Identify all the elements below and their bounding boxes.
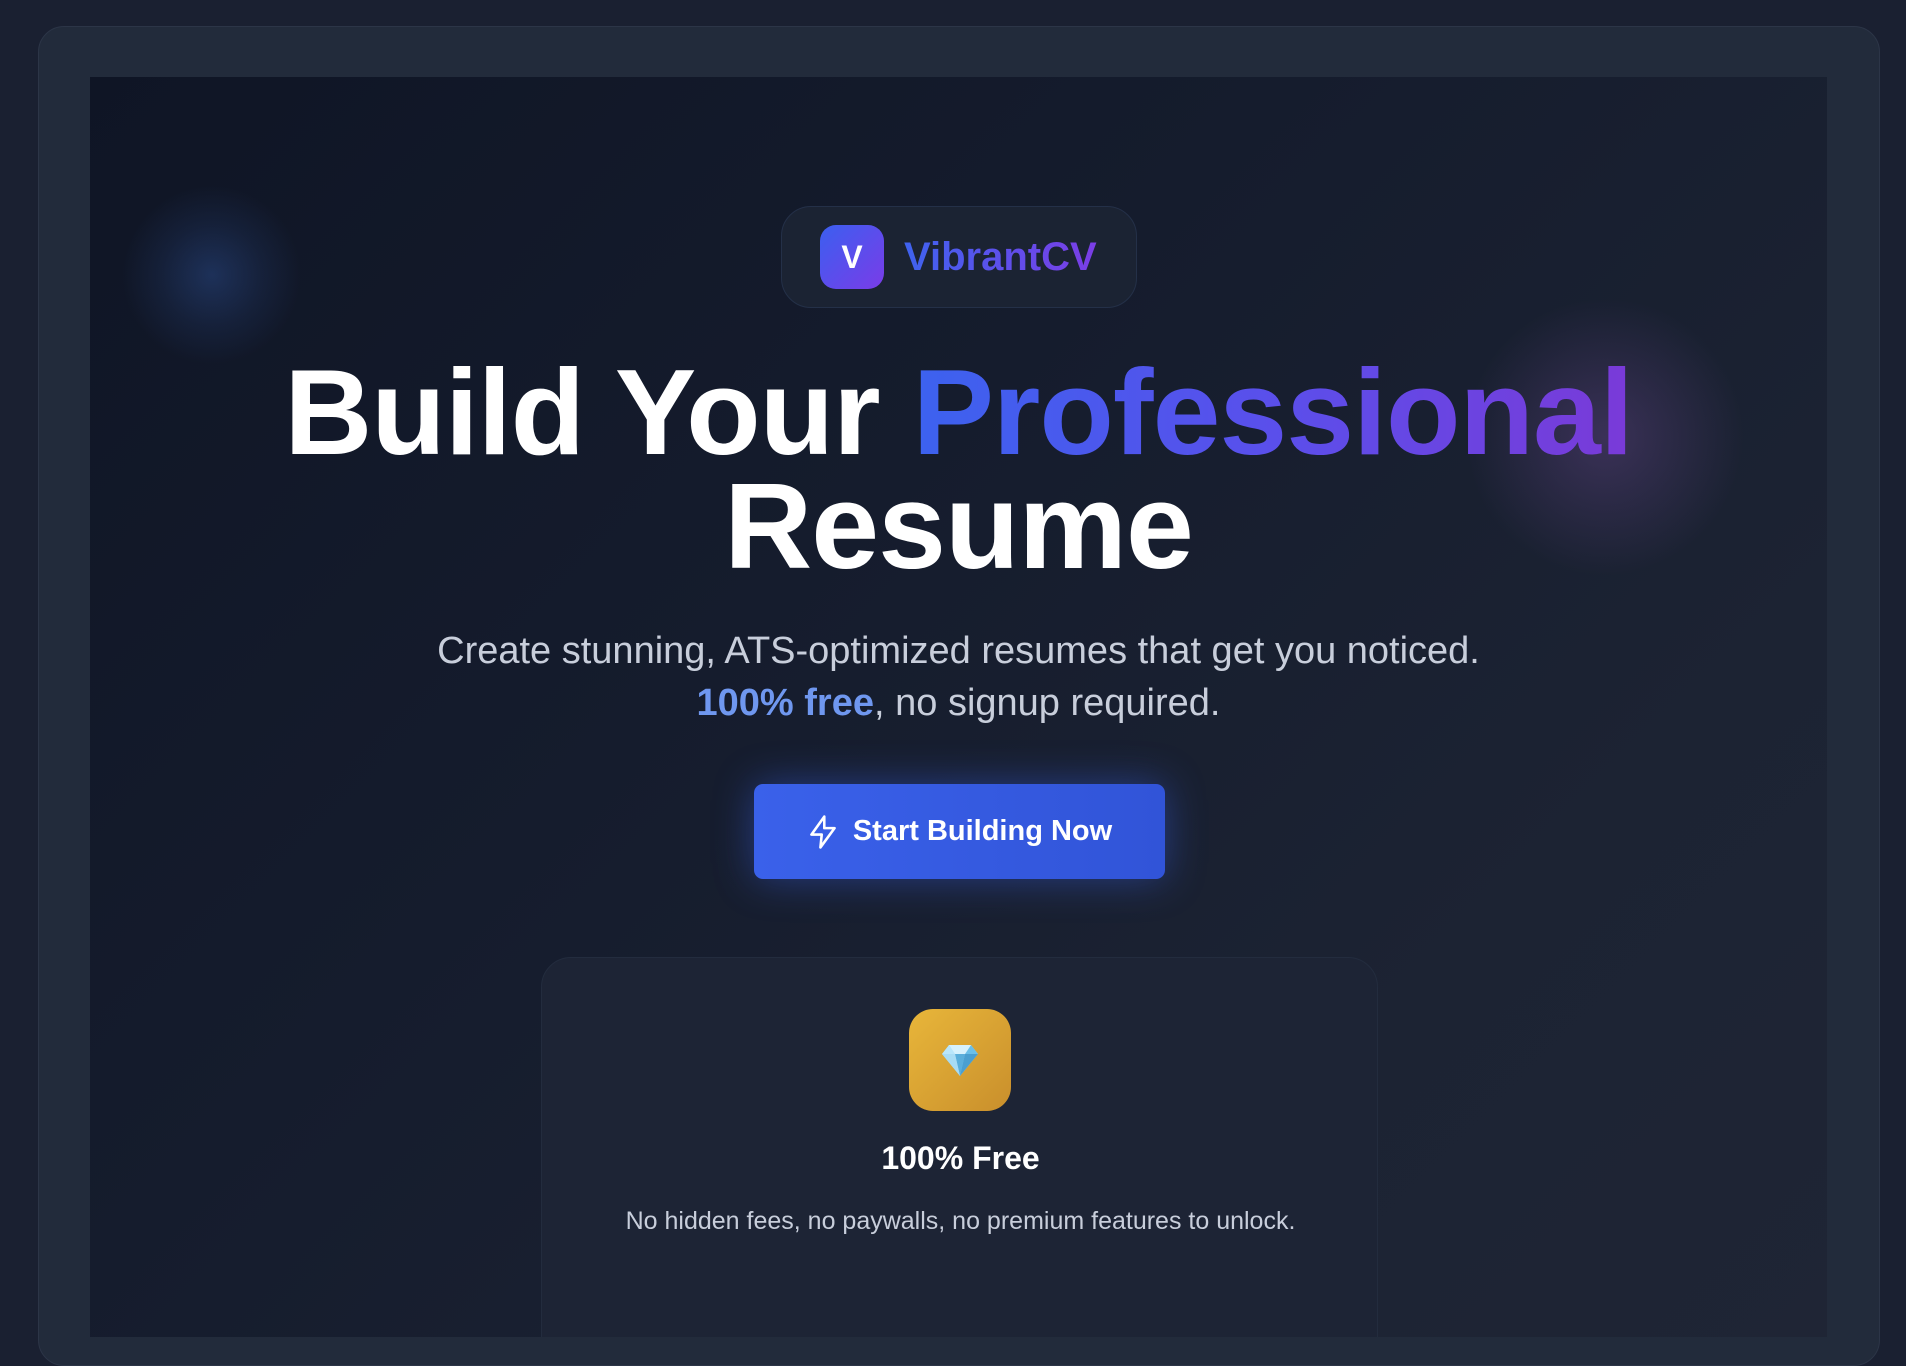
feature-title: 100% Free <box>881 1140 1040 1176</box>
lightning-icon <box>809 814 836 849</box>
diamond-icon <box>909 1009 1011 1111</box>
hero-title: Build Your Professional Resume <box>90 351 1827 587</box>
subtitle-line1: Create stunning, ATS-optimized resumes t… <box>437 630 1480 672</box>
landing-page: V VibrantCV Build Your Professional Resu… <box>90 77 1827 1337</box>
brand-logo: V <box>820 225 884 289</box>
subtitle-highlight: 100% free <box>696 682 874 724</box>
brand-badge[interactable]: V VibrantCV <box>781 206 1137 308</box>
start-building-label: Start Building Now <box>852 815 1113 847</box>
subtitle-line2: , no signup required. <box>874 682 1221 724</box>
background-glow-blue <box>122 185 302 365</box>
feature-description: No hidden fees, no paywalls, no premium … <box>625 1207 1296 1235</box>
feature-card-free: 100% Free No hidden fees, no paywalls, n… <box>541 957 1378 1337</box>
hero-title-part2: Resume <box>724 458 1194 594</box>
start-building-button[interactable]: Start Building Now <box>754 784 1165 879</box>
hero-subtitle: Create stunning, ATS-optimized resumes t… <box>90 625 1827 729</box>
brand-name: VibrantCV <box>904 234 1097 279</box>
